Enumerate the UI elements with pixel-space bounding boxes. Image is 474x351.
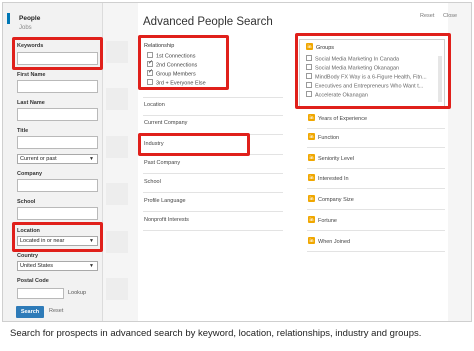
first-name-input[interactable] xyxy=(17,80,98,93)
faded-avatar xyxy=(106,88,128,110)
title-scope-value: Current or past xyxy=(20,156,57,162)
field-seniority-level[interactable]: in Seniority Level xyxy=(308,154,354,162)
first-name-label: First Name xyxy=(17,72,46,78)
faded-avatar xyxy=(106,183,128,205)
postal-code-input[interactable] xyxy=(17,288,64,299)
highlight-groups xyxy=(295,33,451,109)
chevron-down-icon: ▼ xyxy=(89,156,94,162)
title-label: Title xyxy=(17,128,29,134)
divider xyxy=(307,230,445,231)
school-label: School xyxy=(17,199,36,205)
premium-badge-icon: in xyxy=(308,154,315,161)
search-button[interactable]: Search xyxy=(16,306,44,318)
last-name-input[interactable] xyxy=(17,108,98,121)
highlight-industry xyxy=(138,133,250,156)
field-years-of-experience[interactable]: in Years of Experience xyxy=(308,114,367,122)
caption: Search for prospects in advanced search … xyxy=(10,328,422,339)
faded-avatar xyxy=(106,41,128,63)
premium-badge-icon: in xyxy=(308,195,315,202)
divider xyxy=(307,188,445,189)
divider xyxy=(143,211,283,212)
premium-badge-icon: in xyxy=(308,216,315,223)
divider xyxy=(307,147,445,148)
divider xyxy=(143,192,283,193)
tab-jobs[interactable]: Jobs xyxy=(19,25,32,31)
field-when-joined[interactable]: in When Joined xyxy=(308,237,350,245)
divider xyxy=(143,230,283,231)
field-current-company[interactable]: Current Company xyxy=(144,120,187,126)
premium-badge-icon: in xyxy=(308,174,315,181)
divider xyxy=(307,128,445,129)
divider xyxy=(307,251,445,252)
field-past-company[interactable]: Past Company xyxy=(144,160,180,166)
field-function[interactable]: in Function xyxy=(308,133,339,141)
active-tab-indicator xyxy=(7,13,10,24)
title-scope-select[interactable]: Current or past ▼ xyxy=(17,154,98,164)
divider xyxy=(307,168,445,169)
highlight-location xyxy=(12,222,103,252)
lookup-link[interactable]: Lookup xyxy=(68,290,86,296)
last-name-label: Last Name xyxy=(17,100,45,106)
chevron-down-icon: ▼ xyxy=(89,263,94,269)
company-input[interactable] xyxy=(17,179,98,192)
title-input[interactable] xyxy=(17,136,98,149)
field-interested-in[interactable]: in Interested In xyxy=(308,174,349,182)
postal-code-label: Postal Code xyxy=(17,278,49,284)
header-reset-link[interactable]: Reset xyxy=(420,13,434,19)
field-nonprofit-interests[interactable]: Nonprofit Interests xyxy=(144,217,189,223)
field-school[interactable]: School xyxy=(144,179,161,185)
field-location[interactable]: Location xyxy=(144,102,165,108)
faded-avatar xyxy=(106,231,128,253)
school-input[interactable] xyxy=(17,207,98,220)
page-title: Advanced People Search xyxy=(143,16,273,28)
highlight-relationship xyxy=(138,35,229,90)
divider xyxy=(143,115,283,116)
field-company-size[interactable]: in Company Size xyxy=(308,195,354,203)
country-value: United States xyxy=(20,263,54,269)
premium-badge-icon: in xyxy=(308,114,315,121)
reset-link[interactable]: Reset xyxy=(49,308,63,314)
company-label: Company xyxy=(17,171,43,177)
divider xyxy=(307,209,445,210)
field-profile-language[interactable]: Profile Language xyxy=(144,198,186,204)
country-select[interactable]: United States ▼ xyxy=(17,261,98,271)
header-close-link[interactable]: Close xyxy=(443,13,457,19)
premium-badge-icon: in xyxy=(308,237,315,244)
faded-avatar xyxy=(106,278,128,300)
background-overlay-right xyxy=(448,3,471,321)
faded-avatar xyxy=(106,136,128,158)
tab-people[interactable]: People xyxy=(19,15,40,22)
highlight-keywords xyxy=(12,37,103,70)
premium-badge-icon: in xyxy=(308,133,315,140)
app-window: People Jobs Keywords First Name Last Nam… xyxy=(2,2,472,322)
country-label: Country xyxy=(17,253,39,259)
divider xyxy=(143,97,283,98)
divider xyxy=(143,173,283,174)
field-fortune[interactable]: in Fortune xyxy=(308,216,337,224)
